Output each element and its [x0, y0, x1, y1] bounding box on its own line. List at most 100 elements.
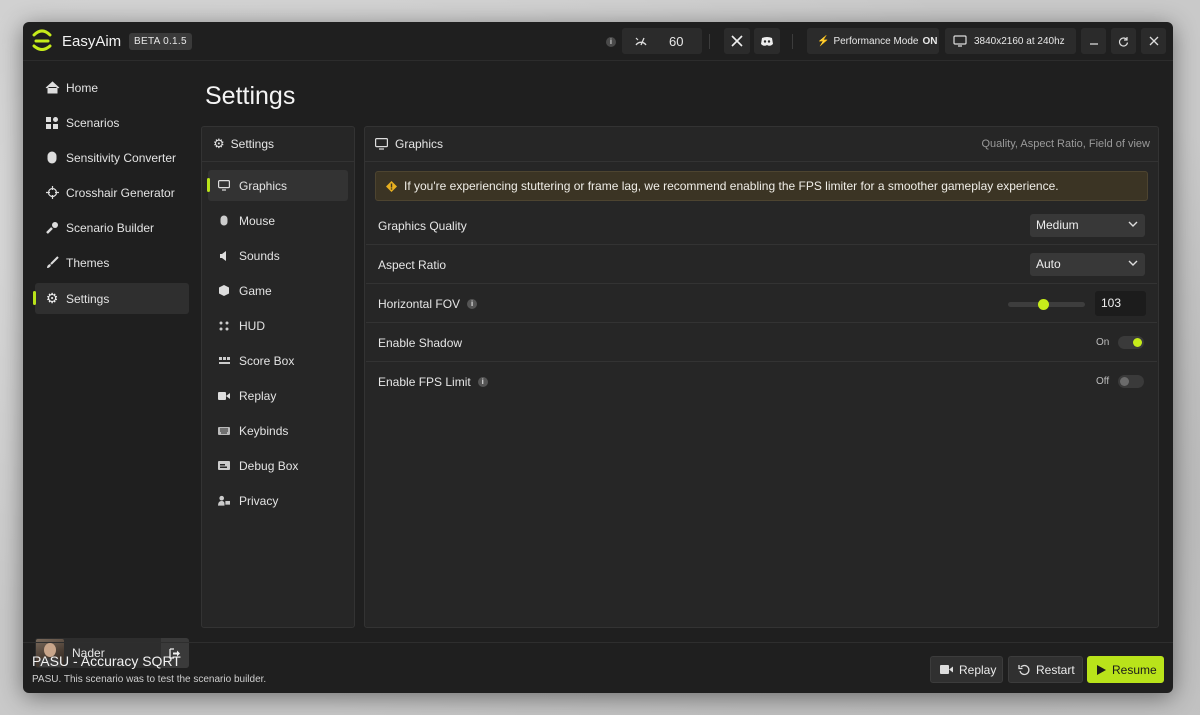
setting-label: Enable Shadow [378, 336, 463, 350]
sidebar-item-settings[interactable]: ⚙ Settings [33, 283, 189, 314]
fov-slider-thumb[interactable] [1037, 299, 1049, 310]
resolution-button[interactable]: 3840x2160 at 240hz [945, 28, 1076, 54]
crosshair-icon [44, 185, 60, 201]
restart-button[interactable]: Restart [1008, 656, 1083, 683]
subnav-item-label: HUD [239, 318, 265, 333]
graphics-quality-select[interactable]: Medium [1030, 214, 1145, 237]
fps-limit-toggle[interactable] [1118, 375, 1144, 388]
subnav-item-sounds[interactable]: Sounds [208, 240, 348, 271]
toggle-knob [1120, 377, 1129, 386]
sidebar-item-themes[interactable]: Themes [35, 247, 189, 278]
subnav-item-replay[interactable]: Replay [208, 380, 348, 411]
subnav-item-label: Sounds [239, 248, 280, 263]
subnav-header-label: Settings [230, 137, 275, 151]
fps-value: 60 [669, 34, 684, 49]
info-icon[interactable]: i [467, 299, 478, 309]
resume-button[interactable]: Resume [1087, 656, 1164, 683]
sidebar-item-sensitivity-converter[interactable]: Sensitivity Converter [35, 142, 189, 173]
user-lock-icon [218, 495, 230, 507]
toggle-knob [1133, 338, 1142, 347]
subnav-header: ⚙ Settings [202, 127, 354, 162]
setting-row-enable-fps-limit: Enable FPS Limit i Off [366, 363, 1157, 401]
bolt-icon: ⚡ [817, 35, 830, 47]
subnav-item-keybinds[interactable]: Keybinds [208, 415, 348, 446]
sidebar-item-label: Themes [66, 255, 110, 270]
sidebar-item-label: Scenarios [66, 115, 120, 130]
fov-slider[interactable] [1008, 299, 1085, 310]
close-icon [1149, 36, 1158, 46]
video-icon [218, 390, 230, 402]
restart-icon [1018, 664, 1030, 676]
subnav-item-mouse[interactable]: Mouse [208, 205, 348, 236]
setting-row-enable-shadow: Enable Shadow On [366, 324, 1157, 362]
monitor-icon [953, 35, 967, 47]
keyboard-icon [218, 425, 230, 437]
close-button[interactable] [1141, 28, 1166, 54]
setting-label: Enable FPS Limit i [378, 375, 488, 389]
setting-label-text: Horizontal FOV [378, 297, 461, 311]
sidebar-item-home[interactable]: Home [35, 72, 189, 103]
monitor-icon [218, 180, 230, 192]
replay-label: Replay [959, 662, 997, 677]
warning-text: If you're experiencing stuttering or fra… [404, 179, 1059, 193]
info-icon[interactable]: i [477, 377, 488, 387]
sidebar-item-scenario-builder[interactable]: Scenario Builder [35, 212, 189, 243]
sidebar-item-scenarios[interactable]: Scenarios [35, 107, 189, 138]
minimize-button[interactable] [1081, 28, 1106, 54]
subnav-item-label: Privacy [239, 493, 279, 508]
refresh-icon [1119, 36, 1129, 47]
cube-icon [218, 285, 230, 297]
minimize-icon [1089, 43, 1098, 45]
settings-subnav: ⚙ Settings Graphics Mouse Sounds Game HU… [201, 126, 355, 628]
shadow-toggle[interactable] [1118, 336, 1144, 349]
twitter-button[interactable] [724, 28, 750, 54]
replay-button[interactable]: Replay [930, 656, 1003, 683]
subnav-item-hud[interactable]: HUD [208, 310, 348, 341]
scorebox-icon [218, 355, 230, 367]
footer-bar: PASU - Accuracy SQRT PASU. This scenario… [23, 642, 1173, 693]
performance-label: Performance Mode [833, 35, 919, 47]
subnav-item-game[interactable]: Game [208, 275, 348, 306]
setting-row-aspect-ratio: Aspect Ratio Auto [366, 246, 1157, 284]
title-bar: EasyAim BETA 0.1.5 i 60 ⚡ Performance Mo… [23, 22, 1173, 61]
subnav-item-debug-box[interactable]: Debug Box [208, 450, 348, 481]
refresh-button[interactable] [1111, 28, 1136, 54]
subnav-item-label: Graphics [239, 178, 288, 193]
subnav-item-label: Replay [239, 388, 277, 403]
subnav-item-label: Mouse [239, 213, 276, 228]
aspect-ratio-select[interactable]: Auto [1030, 253, 1145, 276]
scenario-title: PASU - Accuracy SQRT [32, 653, 181, 669]
chevron-down-icon [1128, 221, 1138, 227]
gauge-icon [635, 37, 647, 46]
speaker-icon [218, 250, 230, 262]
x-logo-icon [731, 35, 743, 47]
discord-icon [761, 36, 773, 46]
app-name: EasyAim [62, 33, 122, 50]
info-icon[interactable]: i [606, 37, 616, 47]
version-badge: BETA 0.1.5 [129, 33, 192, 50]
sidebar-item-label: Settings [66, 291, 110, 306]
subnav-item-privacy[interactable]: Privacy [208, 485, 348, 516]
performance-mode-button[interactable]: ⚡ Performance Mode ON [807, 28, 939, 54]
discord-button[interactable] [754, 28, 780, 54]
mouse-icon [218, 215, 230, 227]
fov-input[interactable]: 103 [1095, 291, 1146, 316]
sidebar-item-crosshair-generator[interactable]: Crosshair Generator [35, 177, 189, 208]
chevron-down-icon [1128, 260, 1138, 266]
warning-diamond-icon [386, 180, 397, 192]
app-window: EasyAim BETA 0.1.5 i 60 ⚡ Performance Mo… [23, 22, 1173, 693]
panel-header: Graphics Quality, Aspect Ratio, Field of… [365, 127, 1158, 162]
debug-icon [218, 460, 230, 472]
setting-label: Aspect Ratio [378, 258, 447, 272]
video-icon [940, 665, 953, 674]
subnav-item-label: Game [239, 283, 272, 298]
separator [709, 34, 710, 49]
subnav-item-score-box[interactable]: Score Box [208, 345, 348, 376]
sidebar-item-label: Home [66, 80, 99, 95]
gear-icon: ⚙ [45, 290, 59, 307]
home-icon [44, 80, 60, 96]
fps-counter[interactable]: 60 [622, 28, 702, 54]
subnav-item-graphics[interactable]: Graphics [207, 170, 348, 201]
mouse-icon [44, 150, 60, 166]
scenario-description: PASU. This scenario was to test the scen… [32, 674, 267, 685]
